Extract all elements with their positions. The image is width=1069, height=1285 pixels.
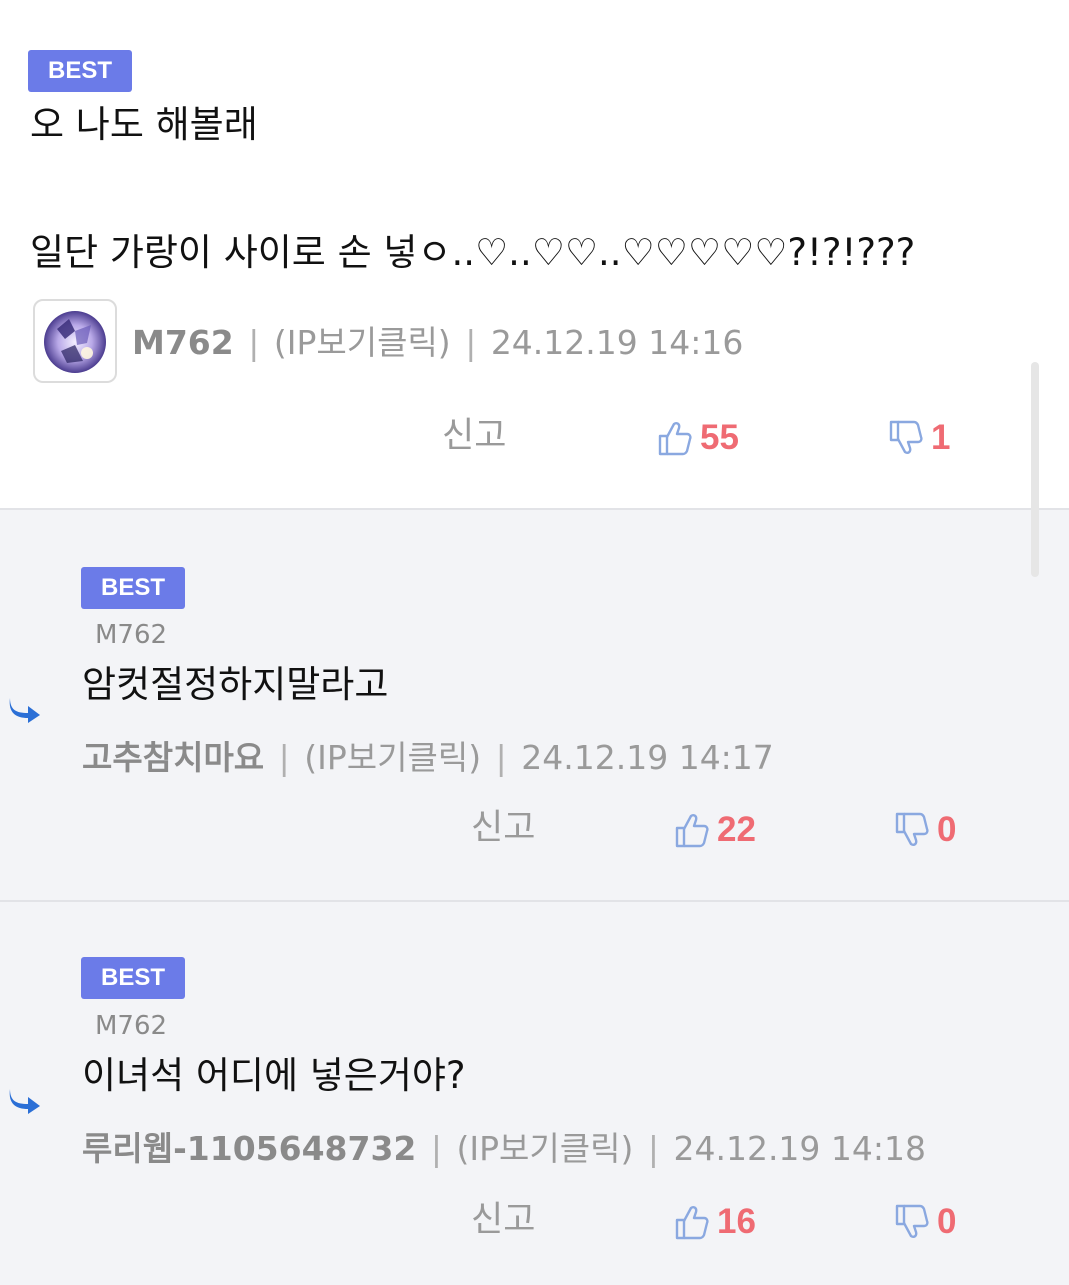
reply-date: 24.12.19 14:18	[673, 1129, 927, 1168]
comment-meta: M762 | (IP보기클릭) | 24.12.19 14:16	[132, 323, 743, 363]
comment-text-line-1: 오 나도 해볼래	[30, 103, 258, 146]
dislike-count: 1	[931, 418, 951, 457]
reply-meta: 고추참치마요 | (IP보기클릭) | 24.12.19 14:17	[82, 738, 774, 778]
like-count: 16	[717, 1202, 756, 1241]
best-comment: BEST 오 나도 해볼래 일단 가랑이 사이로 손 넣ㅇ..♡..♡♡..♡♡…	[0, 0, 1069, 510]
thumbs-up-icon	[658, 422, 692, 456]
thumbs-down-icon	[895, 1204, 929, 1238]
reply-date: 24.12.19 14:17	[521, 738, 774, 777]
reply-comment: BEST M762 이녀석 어디에 넣은거야? 루리웹-1105648732 |…	[0, 902, 1069, 1285]
thumbs-up-icon	[675, 1206, 709, 1240]
dislike-button[interactable]: 1	[889, 416, 950, 460]
avatar-image	[44, 311, 106, 373]
ip-link[interactable]: (IP보기클릭)	[304, 738, 481, 777]
scrollbar[interactable]	[1031, 362, 1039, 577]
dislike-count: 0	[937, 1202, 957, 1241]
best-badge: BEST	[81, 567, 186, 609]
like-button[interactable]: 16	[675, 1200, 756, 1244]
separator: |	[278, 738, 290, 777]
comment-text-line-2: 일단 가랑이 사이로 손 넣ㅇ..♡..♡♡..♡♡♡♡♡?!?!???	[30, 231, 916, 274]
ip-link[interactable]: (IP보기클릭)	[457, 1129, 634, 1168]
separator: |	[248, 323, 260, 362]
reply-text: 이녀석 어디에 넣은거야?	[82, 1054, 466, 1097]
report-button[interactable]: 신고	[471, 1198, 535, 1242]
report-button[interactable]: 신고	[471, 806, 535, 850]
thumbs-up-icon	[675, 814, 709, 848]
author-name[interactable]: 고추참치마요	[82, 738, 264, 777]
dislike-button[interactable]: 0	[895, 1200, 956, 1244]
dislike-button[interactable]: 0	[895, 808, 956, 852]
thumbs-down-icon	[889, 420, 923, 454]
reply-to-user[interactable]: M762	[95, 1010, 167, 1042]
reply-text: 암컷절정하지말라고	[82, 663, 389, 706]
avatar[interactable]	[33, 299, 117, 383]
like-button[interactable]: 55	[658, 416, 739, 460]
best-badge: BEST	[81, 957, 186, 999]
best-badge: BEST	[28, 50, 133, 92]
separator: |	[465, 323, 477, 362]
comment-date: 24.12.19 14:16	[490, 323, 744, 362]
author-name[interactable]: M762	[132, 323, 234, 362]
like-button[interactable]: 22	[675, 808, 756, 852]
ip-link[interactable]: (IP보기클릭)	[274, 323, 451, 362]
separator: |	[647, 1129, 659, 1168]
report-button[interactable]: 신고	[442, 414, 506, 458]
author-name[interactable]: 루리웹-1105648732	[82, 1129, 416, 1168]
reply-comment: BEST M762 암컷절정하지말라고 고추참치마요 | (IP보기클릭) | …	[0, 510, 1069, 902]
dislike-count: 0	[937, 810, 957, 849]
reply-meta: 루리웹-1105648732 | (IP보기클릭) | 24.12.19 14:…	[82, 1129, 926, 1169]
reply-arrow-icon	[9, 1089, 40, 1114]
thumbs-down-icon	[895, 812, 929, 846]
like-count: 55	[700, 418, 739, 457]
separator: |	[430, 1129, 443, 1168]
like-count: 22	[717, 810, 756, 849]
reply-to-user[interactable]: M762	[95, 619, 167, 651]
separator: |	[495, 738, 507, 777]
reply-arrow-icon	[9, 698, 40, 723]
